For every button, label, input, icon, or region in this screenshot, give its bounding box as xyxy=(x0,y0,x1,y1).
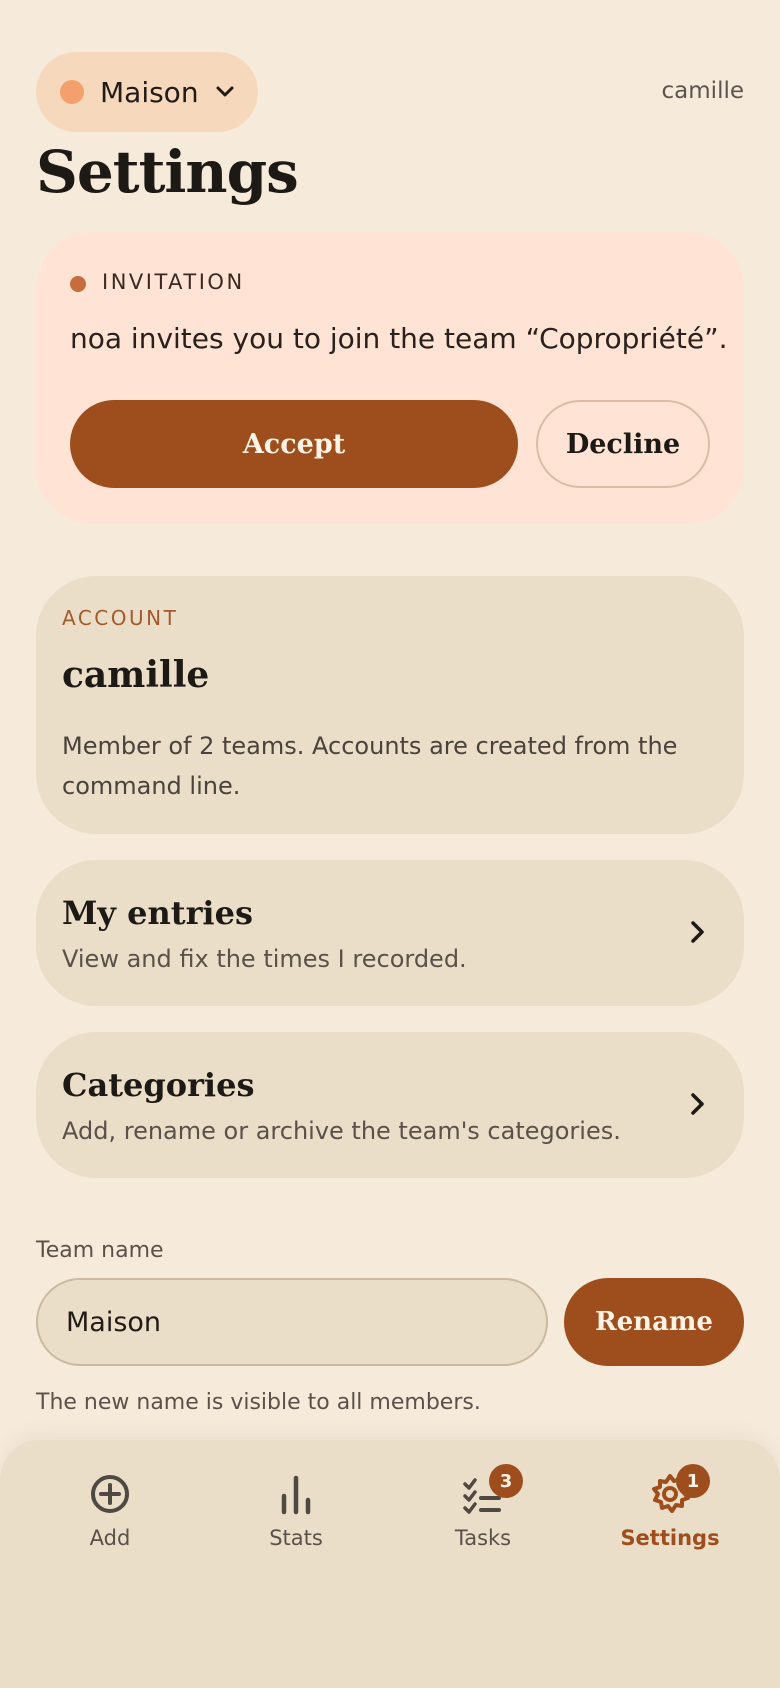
my-entries-title: My entries xyxy=(62,894,253,932)
nav-settings-label: Settings xyxy=(620,1526,720,1550)
nav-stats[interactable]: Stats xyxy=(216,1464,376,1564)
account-name: camille xyxy=(62,654,210,696)
account-kicker: ACCOUNT xyxy=(62,606,179,630)
current-user: camille xyxy=(661,78,744,104)
team-color-dot xyxy=(60,80,84,104)
team-name-input[interactable] xyxy=(36,1278,548,1366)
bar-chart-icon xyxy=(281,1475,311,1515)
tasks-badge: 3 xyxy=(489,1464,523,1498)
invitation-dot xyxy=(70,276,86,292)
my-entries-subtitle: View and fix the times I recorded. xyxy=(62,945,467,973)
chevron-down-icon xyxy=(216,86,234,97)
categories-title: Categories xyxy=(62,1066,255,1104)
team-switcher[interactable]: Maison xyxy=(36,52,258,132)
nav-tasks-label: Tasks xyxy=(454,1526,512,1550)
my-entries-link[interactable] xyxy=(36,860,744,1006)
account-description: Member of 2 teams. Accounts are created … xyxy=(62,732,678,800)
nav-add[interactable]: Add xyxy=(30,1464,190,1564)
chevron-right-icon xyxy=(691,921,704,943)
team-switcher-label: Maison xyxy=(100,75,199,109)
invitation-label: INVITATION xyxy=(102,270,245,294)
categories-subtitle: Add, rename or archive the team's catego… xyxy=(62,1117,621,1145)
settings-badge: 1 xyxy=(676,1464,710,1498)
page-title: Settings xyxy=(36,138,299,206)
plus-circle-icon xyxy=(91,1475,129,1513)
team-name-help: The new name is visible to all members. xyxy=(36,1390,481,1415)
team-name-label: Team name xyxy=(36,1238,164,1263)
nav-tasks[interactable]: 3 Tasks xyxy=(403,1464,563,1564)
rename-button[interactable]: Rename xyxy=(564,1278,744,1366)
categories-link[interactable] xyxy=(36,1032,744,1178)
nav-stats-label: Stats xyxy=(269,1526,323,1550)
invitation-message: noa invites you to join the team “Coprop… xyxy=(70,322,728,355)
accept-button[interactable]: Accept xyxy=(70,400,518,488)
chevron-right-icon xyxy=(691,1093,704,1115)
nav-add-label: Add xyxy=(89,1526,131,1550)
decline-button[interactable]: Decline xyxy=(536,400,710,488)
nav-settings[interactable]: 1 Settings xyxy=(590,1464,750,1564)
